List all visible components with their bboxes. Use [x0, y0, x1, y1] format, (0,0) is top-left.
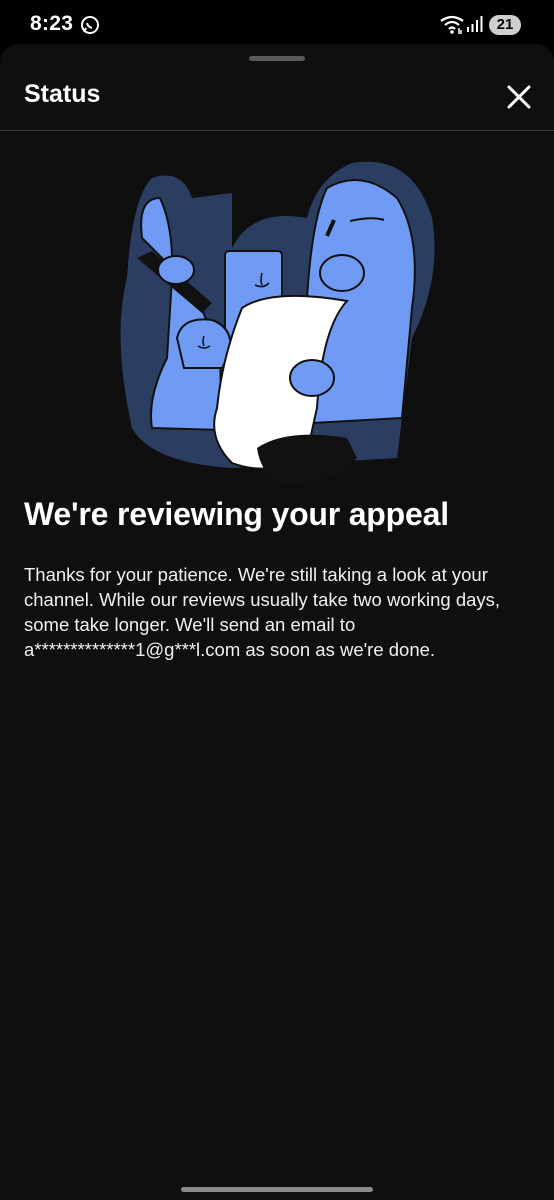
- appeal-review-illustration: [120, 161, 435, 484]
- sheet-title: Status: [24, 80, 101, 108]
- status-time: 8:23: [30, 12, 74, 35]
- battery-icon: 21: [489, 15, 521, 35]
- drag-handle[interactable]: [249, 56, 305, 61]
- whatsapp-icon: [81, 16, 99, 34]
- body-text: Thanks for your patience. We're still ta…: [24, 564, 501, 660]
- status-bar: 8:23 21: [0, 0, 554, 46]
- close-icon[interactable]: [504, 82, 534, 112]
- headline: We're reviewing your appeal: [24, 496, 449, 532]
- home-indicator[interactable]: [181, 1187, 373, 1192]
- status-sheet: Status We're reviewing your appeal Thank…: [0, 44, 554, 1200]
- wifi-icon: [440, 15, 464, 34]
- signal-icon: [467, 16, 483, 32]
- header-divider: [0, 130, 554, 131]
